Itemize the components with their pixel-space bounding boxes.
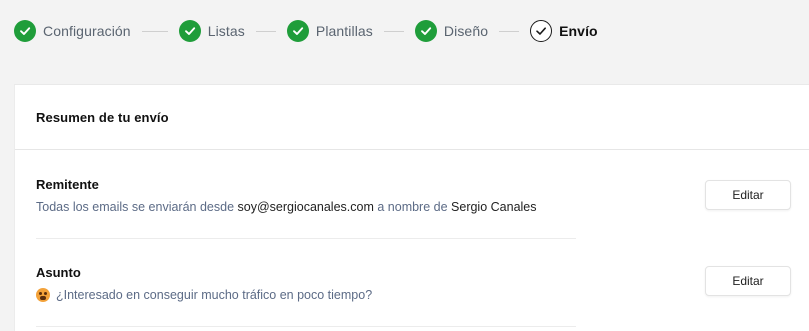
- check-icon: [286, 20, 309, 42]
- step-connector: [141, 30, 168, 32]
- card-header: Resumen de tu envío: [15, 85, 809, 150]
- progress-stepper: Configuración Listas Plantillas Diseño E…: [14, 18, 598, 44]
- check-icon: [14, 20, 36, 42]
- step-envio[interactable]: Envío: [530, 18, 598, 44]
- step-label: Envío: [559, 23, 598, 39]
- sender-name: Sergio Canales: [451, 200, 537, 214]
- step-listas[interactable]: Listas: [178, 18, 245, 44]
- check-icon: [414, 20, 437, 42]
- check-icon: [178, 20, 201, 42]
- sender-desc-middle: a nombre de: [377, 200, 448, 214]
- step-plantillas[interactable]: Plantillas: [286, 18, 373, 44]
- step-connector: [383, 30, 404, 32]
- check-icon: [530, 20, 553, 42]
- step-diseno[interactable]: Diseño: [414, 18, 489, 44]
- sender-section: Remitente Todas los emails se enviarán d…: [36, 151, 796, 239]
- worried-face-emoji-icon: [36, 288, 50, 302]
- step-configuracion[interactable]: Configuración: [14, 18, 131, 44]
- subject-title: Asunto: [36, 265, 81, 280]
- sender-description: Todas los emails se enviarán desde soy@s…: [36, 200, 537, 214]
- subject-section: Asunto ¿Interesado en conseguir mucho tr…: [36, 239, 796, 327]
- step-label: Listas: [207, 23, 245, 39]
- section-divider: [36, 326, 576, 327]
- subject-description: ¿Interesado en conseguir mucho tráfico e…: [36, 288, 372, 302]
- sender-email: soy@sergiocanales.com: [237, 200, 374, 214]
- card-title: Resumen de tu envío: [36, 109, 169, 125]
- sender-title: Remitente: [36, 177, 99, 192]
- step-label: Configuración: [43, 23, 131, 39]
- sender-desc-prefix: Todas los emails se enviarán desde: [36, 200, 235, 214]
- step-connector: [499, 30, 520, 32]
- summary-card: Resumen de tu envío Remitente Todas los …: [14, 84, 809, 331]
- step-connector: [255, 30, 276, 32]
- subject-text: ¿Interesado en conseguir mucho tráfico e…: [56, 288, 373, 302]
- edit-subject-button[interactable]: Editar: [705, 266, 791, 296]
- edit-sender-button[interactable]: Editar: [705, 180, 791, 210]
- step-label: Plantillas: [315, 23, 373, 39]
- step-label: Diseño: [443, 23, 489, 39]
